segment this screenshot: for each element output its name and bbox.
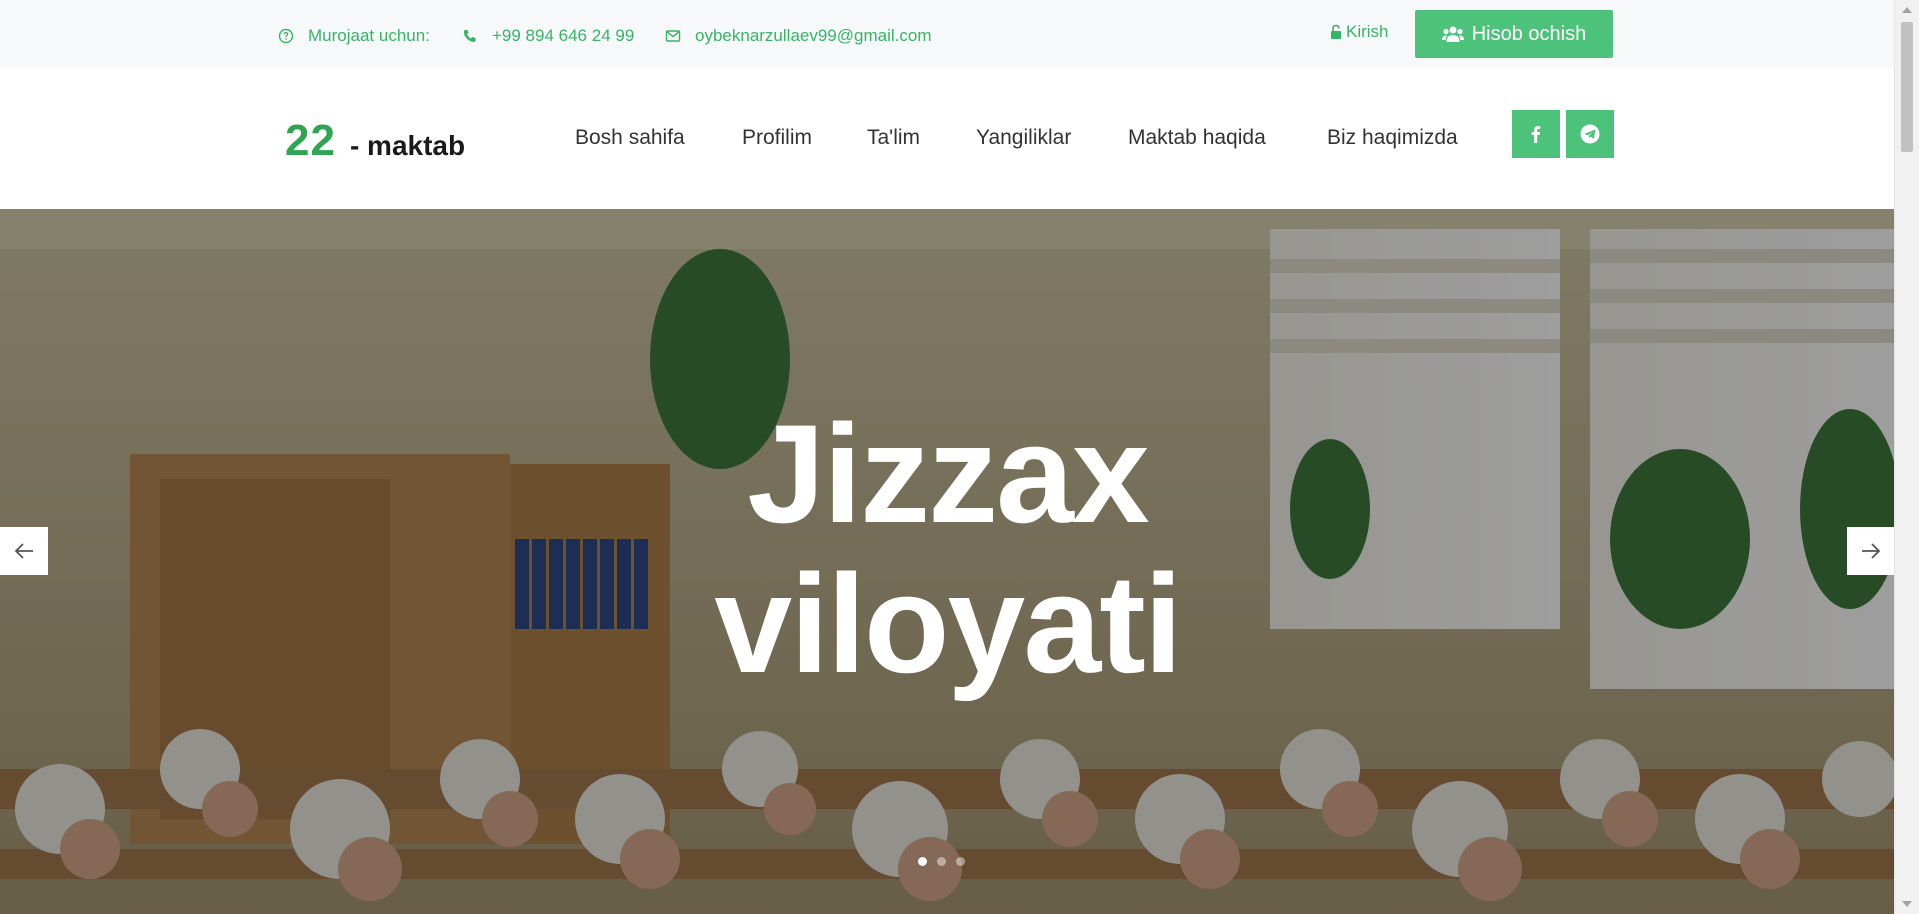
phone-icon: [463, 30, 476, 42]
scroll-up-arrow-icon[interactable]: [1902, 7, 1912, 13]
signup-button[interactable]: Hisob ochish: [1415, 10, 1613, 58]
arrow-left-icon: [14, 543, 33, 559]
hero-title: Jizzax viloyati: [0, 399, 1895, 699]
login-link[interactable]: Kirish: [1330, 22, 1389, 42]
question-circle-icon: [278, 28, 294, 44]
telegram-icon: [1580, 124, 1600, 144]
nav-item-education[interactable]: Ta'lim: [867, 126, 920, 156]
facebook-button[interactable]: [1512, 110, 1560, 158]
phone-number: +99 894 646 24 99: [492, 26, 635, 45]
main-header: 22 - maktab Bosh sahifa Profilim Ta'lim …: [0, 68, 1895, 209]
nav-item-news[interactable]: Yangiliklar: [976, 126, 1071, 156]
scroll-down-arrow-icon[interactable]: [1902, 901, 1912, 907]
telegram-button[interactable]: [1566, 110, 1614, 158]
envelope-icon: [665, 30, 681, 42]
login-label: Kirish: [1346, 22, 1389, 41]
logo-number: 22: [285, 116, 336, 165]
slider-prev-button[interactable]: [0, 527, 48, 575]
email-address: oybeknarzullaev99@gmail.com: [695, 26, 932, 45]
hero-title-line-1: Jizzax: [747, 395, 1149, 552]
lock-icon: [1331, 24, 1341, 39]
slider-dot[interactable]: [918, 857, 927, 866]
slider-dot[interactable]: [937, 857, 946, 866]
page-scrollbar[interactable]: [1894, 0, 1919, 914]
slider-next-button[interactable]: [1847, 527, 1895, 575]
hero-slider: Jizzax viloyati: [0, 209, 1895, 914]
contact-label: Murojaat uchun:: [308, 26, 430, 45]
top-bar: Murojaat uchun: +99 894 646 24 99 oybekn…: [0, 0, 1895, 69]
nav-item-about-us[interactable]: Biz haqimizda: [1327, 126, 1458, 156]
slider-dots: [918, 857, 965, 866]
arrow-right-icon: [1862, 543, 1881, 559]
site-logo[interactable]: 22 - maktab: [285, 116, 465, 166]
signup-label: Hisob ochish: [1471, 22, 1587, 45]
page-viewport: Murojaat uchun: +99 894 646 24 99 oybekn…: [0, 0, 1895, 914]
nav-item-home[interactable]: Bosh sahifa: [575, 126, 685, 156]
hero-title-line-2: viloyati: [714, 545, 1182, 702]
phone-link[interactable]: +99 894 646 24 99: [462, 24, 634, 48]
facebook-icon: [1531, 126, 1541, 143]
slider-dot[interactable]: [956, 857, 965, 866]
scrollbar-thumb[interactable]: [1901, 22, 1913, 152]
nav-item-about-school[interactable]: Maktab haqida: [1128, 126, 1266, 156]
users-icon: [1441, 26, 1464, 42]
nav-item-profile[interactable]: Profilim: [742, 126, 812, 156]
contact-info: Murojaat uchun:: [278, 24, 430, 48]
email-link[interactable]: oybeknarzullaev99@gmail.com: [665, 24, 931, 48]
logo-text: - maktab: [349, 130, 466, 161]
